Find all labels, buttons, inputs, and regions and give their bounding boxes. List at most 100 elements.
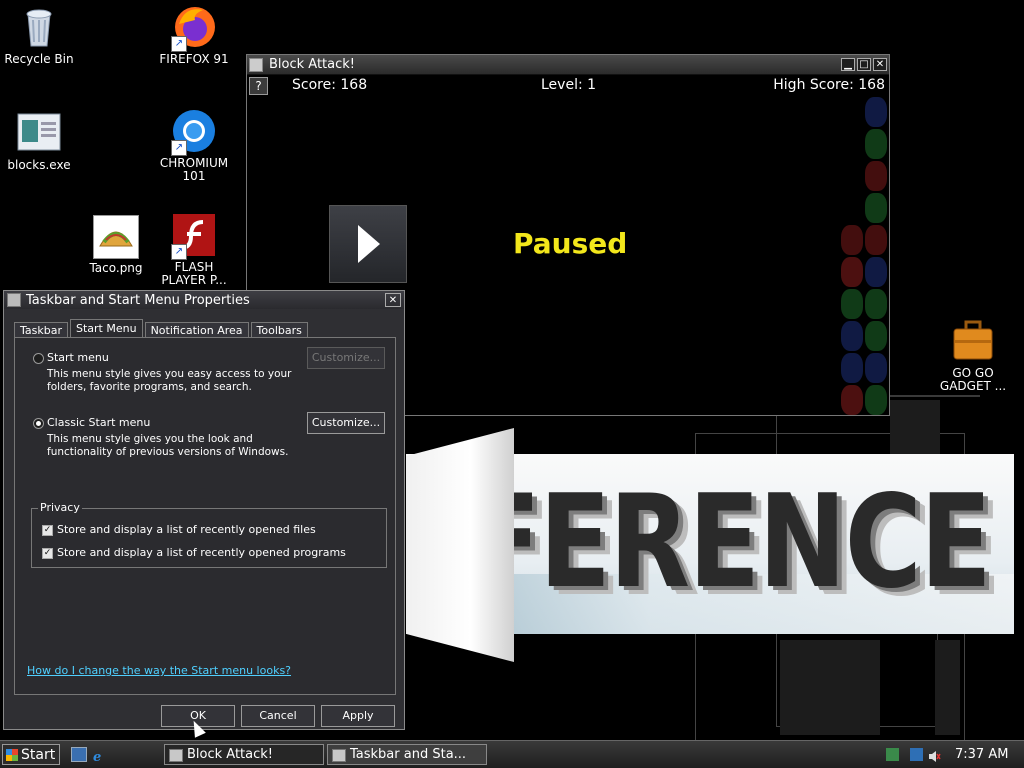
desktop-icon-blocks-exe[interactable]: blocks.exe: [0, 110, 78, 172]
start-menu-label: Start menu: [47, 351, 109, 364]
game-block: [865, 289, 887, 319]
wallpaper-block: [935, 640, 960, 735]
game-block: [865, 161, 887, 191]
help-button[interactable]: ?: [249, 77, 268, 95]
firefox-icon: ↗: [171, 4, 217, 52]
volume-muted-icon[interactable]: [928, 748, 941, 762]
recycle-bin-icon: [16, 4, 62, 50]
tab-start-menu[interactable]: Start Menu: [70, 319, 143, 339]
tray-app-icon[interactable]: [886, 748, 899, 761]
flash-player-icon: ↗: [171, 212, 217, 260]
banner-wing: [406, 428, 514, 662]
game-block: [841, 353, 863, 383]
start-menu-customize-button[interactable]: Customize...: [307, 347, 385, 369]
block-stack: [841, 97, 887, 415]
apply-button[interactable]: Apply: [321, 705, 395, 727]
level-display: Level: 1: [541, 77, 597, 93]
icon-label: Taco.png: [89, 261, 143, 275]
tab-strip: Taskbar Start Menu Notification Area Too…: [14, 319, 310, 339]
start-menu-description: This menu style gives you easy access to…: [47, 368, 292, 393]
help-link[interactable]: How do I change the way the Start menu l…: [27, 664, 291, 677]
taskbar: Start e Block Attack! Taskbar and Sta...…: [0, 740, 1024, 768]
play-button[interactable]: [329, 205, 407, 283]
briefcase-icon: [950, 318, 996, 364]
wallpaper-block: [890, 400, 940, 455]
icon-label: Recycle Bin: [4, 52, 74, 66]
game-block: [841, 225, 863, 255]
window-title: Block Attack!: [269, 57, 356, 72]
wallpaper-line: [890, 395, 980, 397]
classic-start-menu-description: This menu style gives you the look and f…: [47, 433, 289, 458]
score-display: Score: 168: [292, 77, 368, 93]
blocks-exe-icon: [16, 110, 62, 156]
paused-label: Paused: [513, 227, 628, 260]
classic-customize-button[interactable]: Customize...: [307, 412, 385, 434]
task-taskbar-properties[interactable]: Taskbar and Sta...: [327, 744, 487, 765]
wallpaper-block: [780, 640, 880, 735]
desktop-icon-go-go-gadget[interactable]: GO GO GADGET ...: [934, 318, 1012, 393]
classic-start-menu-label: Classic Start menu: [47, 416, 151, 429]
show-desktop-icon[interactable]: [71, 747, 87, 762]
block-attack-titlebar[interactable]: Block Attack! ▁ □ ✕: [247, 55, 889, 75]
desktop-icon-chromium[interactable]: ↗ CHROMIUM 101: [155, 108, 233, 183]
game-status-bar: ? Score: 168 Level: 1 High Score: 168: [247, 75, 889, 97]
icon-label: CHROMIUM 101: [159, 156, 229, 183]
desktop-icon-recycle-bin[interactable]: Recycle Bin: [0, 4, 78, 66]
internet-explorer-icon[interactable]: e: [92, 747, 106, 765]
game-block: [865, 257, 887, 287]
recent-programs-checkbox[interactable]: ✓: [42, 548, 53, 559]
task-label: Taskbar and Sta...: [350, 747, 467, 762]
cancel-button[interactable]: Cancel: [241, 705, 315, 727]
taco-image-icon: [93, 215, 139, 259]
desktop-icon-flash-player[interactable]: ↗ FLASH PLAYER P...: [155, 212, 233, 287]
start-menu-panel: Start menu This menu style gives you eas…: [14, 337, 396, 695]
dialog-titlebar[interactable]: Taskbar and Start Menu Properties ✕: [4, 291, 404, 309]
desktop-icon-firefox[interactable]: ↗ FIREFOX 91: [155, 4, 233, 66]
game-block: [865, 225, 887, 255]
game-block: [841, 321, 863, 351]
network-icon[interactable]: [910, 748, 923, 761]
minimize-button[interactable]: ▁: [841, 58, 855, 71]
shortcut-arrow-icon: ↗: [171, 244, 187, 260]
start-button[interactable]: Start: [2, 744, 60, 765]
taskbar-properties-dialog: Taskbar and Start Menu Properties ✕ Task…: [3, 290, 405, 730]
game-block: [841, 289, 863, 319]
icon-label: FIREFOX 91: [159, 52, 229, 66]
task-label: Block Attack!: [187, 747, 274, 762]
recent-programs-label: Store and display a list of recently ope…: [57, 546, 346, 559]
icon-label: FLASH PLAYER P...: [161, 260, 227, 287]
window-icon: [169, 749, 183, 762]
maximize-button[interactable]: □: [857, 58, 871, 71]
start-menu-radio[interactable]: [33, 353, 44, 364]
shortcut-arrow-icon: ↗: [171, 140, 187, 156]
start-label: Start: [21, 747, 56, 763]
privacy-label: Privacy: [38, 501, 82, 514]
game-block: [865, 385, 887, 415]
desktop: { "desktop": { "icons": [ {"label": "Rec…: [0, 0, 1024, 768]
high-score-display: High Score: 168: [773, 77, 885, 93]
classic-start-menu-radio[interactable]: [33, 418, 44, 429]
game-block: [841, 257, 863, 287]
window-icon: [249, 57, 263, 72]
window-icon: [332, 749, 346, 762]
close-button[interactable]: ✕: [873, 58, 887, 71]
shortcut-arrow-icon: ↗: [171, 36, 187, 52]
game-block: [865, 97, 887, 127]
game-block: [865, 193, 887, 223]
icon-label: blocks.exe: [7, 158, 71, 172]
windows-logo-icon: [6, 749, 18, 761]
desktop-icon-taco[interactable]: Taco.png: [77, 215, 155, 275]
dialog-icon: [7, 293, 21, 307]
dialog-title: Taskbar and Start Menu Properties: [26, 292, 250, 308]
close-button[interactable]: ✕: [385, 293, 401, 307]
recent-files-checkbox[interactable]: ✓: [42, 525, 53, 536]
game-block: [865, 129, 887, 159]
privacy-group: Privacy ✓ Store and display a list of re…: [31, 501, 387, 568]
game-block: [865, 321, 887, 351]
svg-text:e: e: [93, 750, 101, 762]
task-block-attack[interactable]: Block Attack!: [164, 744, 324, 765]
clock: 7:37 AM: [955, 747, 1009, 762]
recent-files-label: Store and display a list of recently ope…: [57, 523, 316, 536]
icon-label: GO GO GADGET ...: [939, 366, 1007, 393]
game-block: [841, 385, 863, 415]
